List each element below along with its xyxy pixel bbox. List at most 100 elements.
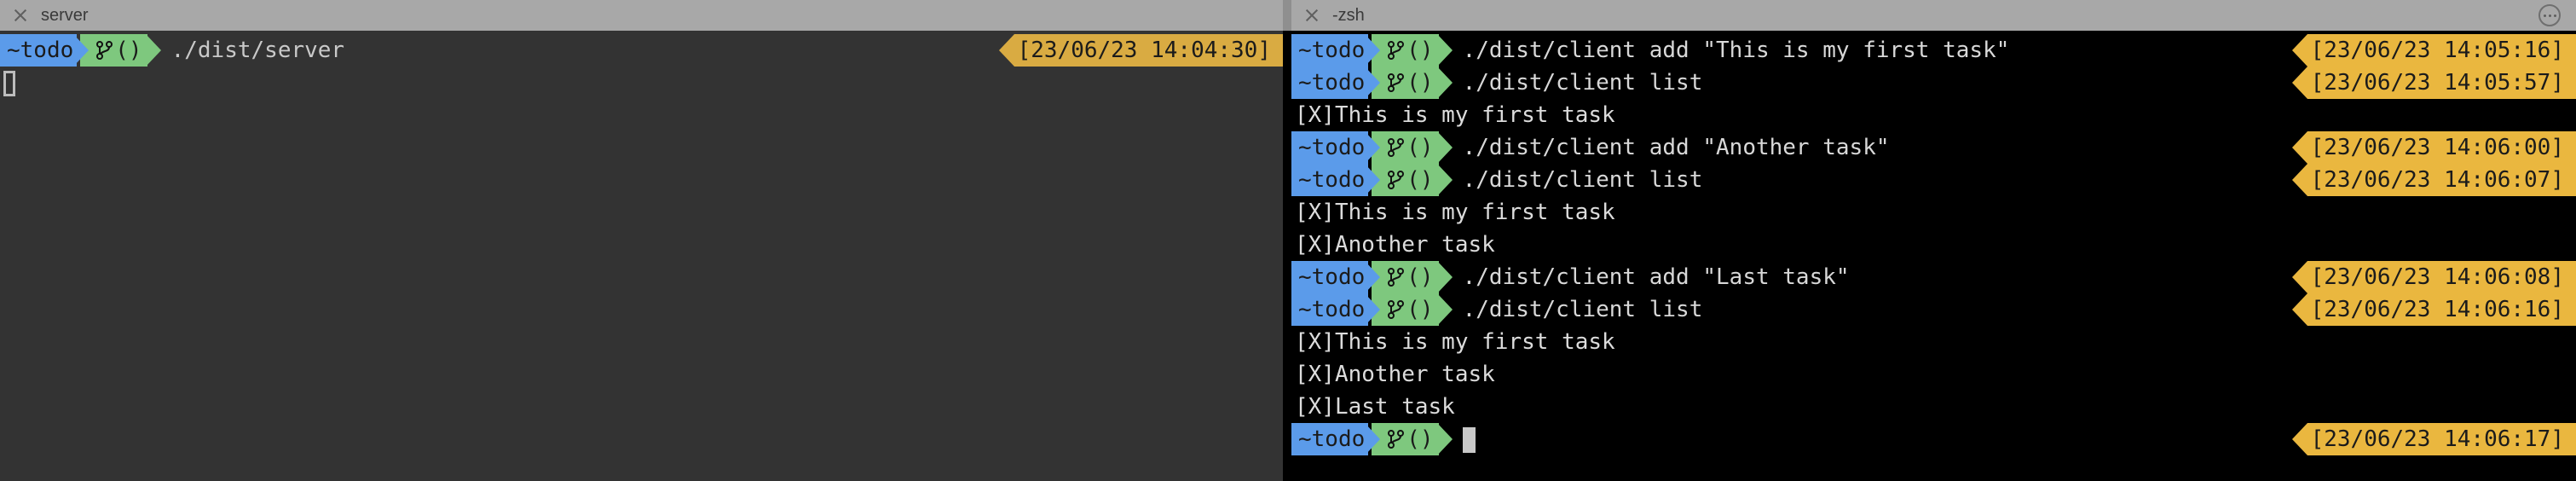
powerline-arrow-icon (2291, 423, 2307, 455)
timestamp-badge: [23/06/23 14:06:08] (2291, 261, 2576, 293)
text-cursor[interactable] (3, 70, 15, 96)
shell-prompt: ~todo() (1291, 34, 1453, 67)
powerline-arrow-icon (1436, 131, 1453, 164)
git-branch-icon (1387, 169, 1406, 191)
tab-server-label: server (41, 6, 89, 25)
command-text: ./dist/client add "Last task" (1462, 264, 1850, 290)
timestamp-badge: [23/06/23 14:04:30] (998, 34, 1283, 67)
terminal-output-line: [X]This is my first task (1291, 196, 2576, 229)
shell-prompt: ~todo() (1291, 423, 1453, 455)
timestamp-label: [23/06/23 14:05:57] (2307, 67, 2576, 99)
git-branch-icon (1387, 428, 1406, 450)
timestamp-badge: [23/06/23 14:05:57] (2291, 67, 2576, 99)
shell-prompt: ~todo() (1291, 261, 1453, 293)
powerline-arrow-icon (2291, 67, 2307, 99)
timestamp-label: [23/06/23 14:04:30] (1014, 34, 1283, 67)
output-text: [X]Last task (1295, 394, 1455, 420)
prompt-directory-segment: ~todo (1291, 423, 1369, 455)
terminal-command-line: ~todo() ./dist/client add "This is my fir… (1291, 34, 2576, 67)
powerline-arrow-icon (2291, 261, 2307, 293)
terminal-command-line: ~todo() ./dist/server [23/06/23 14:04:30] (0, 34, 1283, 67)
command-text: ./dist/client list (1462, 297, 1703, 322)
powerline-arrow-icon (1436, 67, 1453, 99)
output-text: [X]This is my first task (1295, 329, 1615, 355)
powerline-arrow-icon (2291, 293, 2307, 326)
terminal-output-line: [X]Last task (1291, 391, 2576, 423)
prompt-git-segment: () (1372, 34, 1439, 67)
powerline-arrow-icon (1365, 261, 1381, 293)
timestamp-label: [23/06/23 14:06:00] (2307, 131, 2576, 164)
timestamp-badge: [23/06/23 14:06:07] (2291, 164, 2576, 196)
output-text: [X]Another task (1295, 362, 1495, 387)
timestamp-label: [23/06/23 14:06:16] (2307, 293, 2576, 326)
powerline-arrow-icon (1365, 293, 1381, 326)
timestamp-badge: [23/06/23 14:05:16] (2291, 34, 2576, 67)
prompt-git-segment: () (1372, 131, 1439, 164)
terminal-output-line: [X]Another task (1291, 229, 2576, 261)
powerline-arrow-icon (73, 34, 90, 67)
prompt-directory-segment: ~todo (1291, 164, 1369, 196)
powerline-arrow-icon (1365, 67, 1381, 99)
prompt-directory-segment: ~todo (0, 34, 78, 67)
pane-container: ~todo() ./dist/server [23/06/23 14:04:30] … (0, 31, 2576, 481)
command-text: ./dist/client list (1462, 167, 1703, 193)
git-branch-icon (95, 39, 114, 61)
ellipsis-circle-icon[interactable] (2538, 4, 2561, 26)
command-text: ./dist/client add "Another task" (1462, 135, 1890, 160)
shell-prompt: ~todo() (1291, 67, 1453, 99)
powerline-arrow-icon (2291, 34, 2307, 67)
powerline-arrow-icon (145, 34, 161, 67)
prompt-directory-segment: ~todo (1291, 293, 1369, 326)
git-branch-icon (1387, 136, 1406, 159)
prompt-git-segment: () (1372, 261, 1439, 293)
powerline-arrow-icon (1436, 164, 1453, 196)
output-text: [X]Another task (1295, 232, 1495, 258)
terminal-window: server -zsh ~todo() ./dist/server [23/06/2… (0, 0, 2576, 481)
terminal-command-line: ~todo() ./dist/client list [23/06/23 14:05… (1291, 67, 2576, 99)
output-text: [X]This is my first task (1295, 102, 1615, 128)
prompt-directory-segment: ~todo (1291, 131, 1369, 164)
tab-zsh-label: -zsh (1332, 6, 1365, 25)
prompt-git-segment: () (80, 34, 147, 67)
git-branch-icon (1387, 72, 1406, 94)
powerline-arrow-icon (1365, 164, 1381, 196)
pane-divider[interactable] (1283, 31, 1291, 481)
close-icon[interactable] (12, 7, 29, 24)
text-cursor[interactable] (1462, 426, 1476, 453)
tab-server[interactable]: server (0, 0, 1283, 31)
output-text: [X]This is my first task (1295, 200, 1615, 225)
shell-prompt: ~todo() (0, 34, 161, 67)
tab-zsh[interactable]: -zsh (1291, 0, 2521, 31)
terminal-output-line: [X]Another task (1291, 358, 2576, 391)
close-icon[interactable] (1303, 7, 1320, 24)
terminal-pane-zsh[interactable]: ~todo() ./dist/client add "This is my fir… (1291, 31, 2576, 481)
prompt-git-segment: () (1372, 423, 1439, 455)
prompt-directory-segment: ~todo (1291, 261, 1369, 293)
powerline-arrow-icon (1436, 293, 1453, 326)
terminal-output-line: [X]This is my first task (1291, 326, 2576, 358)
timestamp-label: [23/06/23 14:06:07] (2307, 164, 2576, 196)
powerline-arrow-icon (1436, 261, 1453, 293)
timestamp-label: [23/06/23 14:06:17] (2307, 423, 2576, 455)
git-branch-icon (1387, 298, 1406, 321)
prompt-directory-segment: ~todo (1291, 67, 1369, 99)
terminal-command-line: ~todo() ./dist/client add "Another task" [… (1291, 131, 2576, 164)
timestamp-label: [23/06/23 14:06:08] (2307, 261, 2576, 293)
powerline-arrow-icon (1365, 34, 1381, 67)
prompt-git-segment: () (1372, 293, 1439, 326)
terminal-pane-server[interactable]: ~todo() ./dist/server [23/06/23 14:04:30] (0, 31, 1283, 481)
shell-prompt: ~todo() (1291, 164, 1453, 196)
terminal-output-line: [X]This is my first task (1291, 99, 2576, 131)
timestamp-badge: [23/06/23 14:06:00] (2291, 131, 2576, 164)
git-branch-icon (1387, 39, 1406, 61)
command-text: ./dist/client add "This is my first task… (1462, 38, 2010, 63)
tab-bar: server -zsh (0, 0, 2576, 31)
timestamp-badge: [23/06/23 14:06:16] (2291, 293, 2576, 326)
terminal-command-line: ~todo() [23/06/23 14:06:17] (1291, 423, 2576, 455)
timestamp-label: [23/06/23 14:05:16] (2307, 34, 2576, 67)
tab-separator (1283, 0, 1291, 31)
powerline-arrow-icon (1436, 423, 1453, 455)
prompt-git-segment: () (1372, 67, 1439, 99)
command-text: ./dist/client list (1462, 70, 1703, 96)
command-text: ./dist/server (170, 38, 345, 63)
